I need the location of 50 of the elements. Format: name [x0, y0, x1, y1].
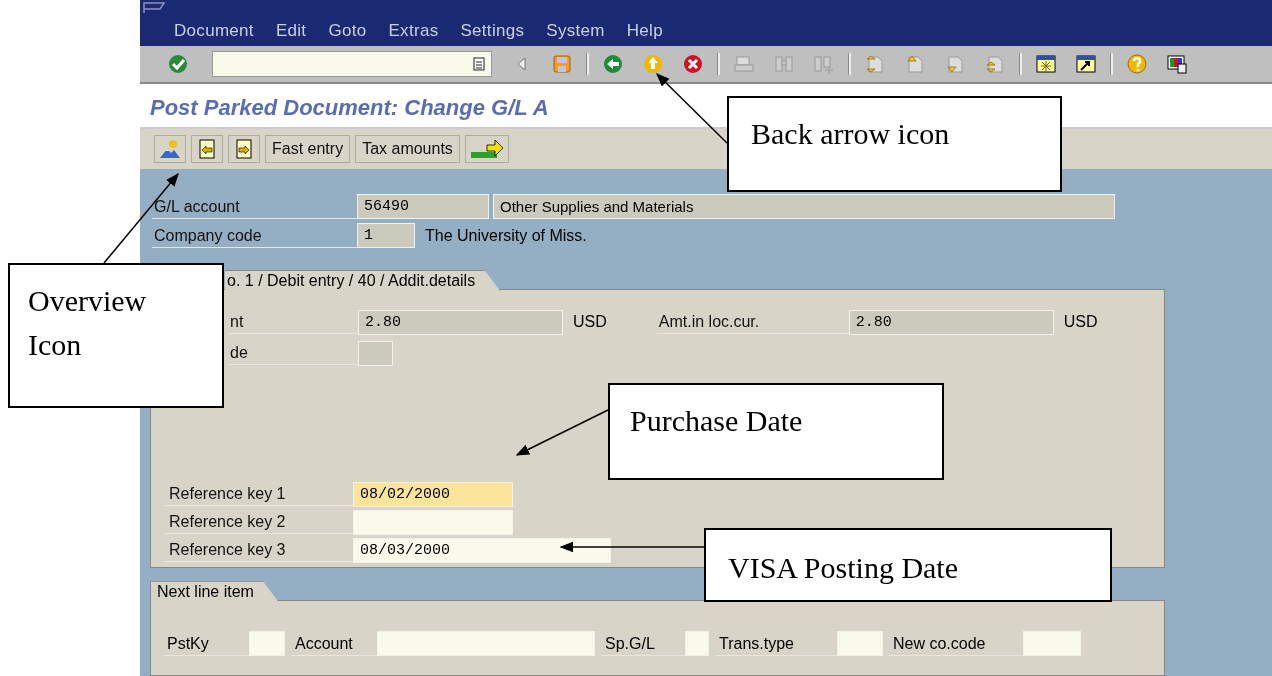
callout-text: Back arrow icon	[751, 116, 951, 152]
shortcut-icon[interactable]	[1075, 52, 1097, 75]
command-field[interactable]	[212, 50, 492, 77]
company-name: The University of Miss.	[425, 226, 587, 245]
continue-button[interactable]	[464, 135, 509, 164]
panel-tab[interactable]: Next line item	[150, 581, 279, 603]
input-field[interactable]	[685, 631, 709, 657]
toolbar-button[interactable]: Fast entry	[265, 135, 351, 164]
input-field[interactable]	[249, 631, 285, 657]
menu-item[interactable]: Edit	[275, 20, 307, 41]
toolbar-button[interactable]: Tax amounts	[355, 135, 460, 164]
panel-tab[interactable]: o. 1 / Debit entry / 40 / Addit.details	[225, 269, 501, 291]
input-field[interactable]	[837, 631, 883, 657]
cancel-icon[interactable]	[682, 52, 704, 75]
input-field[interactable]: 08/03/2000	[353, 537, 611, 563]
input-field[interactable]: 2.80	[848, 309, 1054, 335]
input-field[interactable]: 56490	[357, 194, 489, 220]
callout-text: VISA Posting Date	[728, 550, 959, 586]
input-field[interactable]	[1023, 631, 1081, 657]
input-field[interactable]: Other Supplies and Materials	[493, 194, 1115, 220]
input-field[interactable]	[353, 509, 513, 535]
menu-item[interactable]: Extras	[388, 20, 439, 41]
layout-icon[interactable]	[1166, 52, 1188, 75]
input-field[interactable]: 08/02/2000	[353, 481, 513, 507]
callout-text: Overview Icon	[28, 283, 148, 363]
previous-document-button[interactable]	[191, 135, 223, 164]
help-icon[interactable]	[1126, 52, 1148, 75]
currency-label: USD	[573, 313, 607, 332]
overview-button[interactable]	[154, 135, 186, 164]
new-window-icon[interactable]	[1035, 52, 1057, 75]
mountain-icon	[159, 138, 181, 161]
next-document-button[interactable]	[228, 135, 260, 164]
bar-arrow-icon	[468, 138, 505, 161]
currency-label: USD	[1063, 313, 1098, 332]
history-list-icon[interactable]	[473, 56, 485, 71]
input-field[interactable]	[358, 340, 393, 366]
menu-item[interactable]: Settings	[460, 20, 525, 41]
menu-item[interactable]: Goto	[328, 20, 367, 41]
menu-item[interactable]: Document	[174, 20, 254, 41]
checkmark-icon[interactable]	[167, 52, 189, 75]
input-field[interactable]: 1	[357, 223, 415, 249]
window-menu-icon[interactable]	[142, 0, 168, 16]
save-icon[interactable]	[551, 52, 573, 75]
menu-item[interactable]: System	[546, 20, 605, 41]
callout-text: Purchase Date	[630, 403, 804, 439]
input-field[interactable]	[377, 631, 595, 657]
screen-title: Post Parked Document: Change G/L A	[150, 95, 549, 122]
field-label: Amt.in loc.cur.	[656, 310, 849, 335]
input-field[interactable]: 2.80	[358, 309, 563, 335]
menu-item[interactable]: Help	[626, 20, 663, 41]
